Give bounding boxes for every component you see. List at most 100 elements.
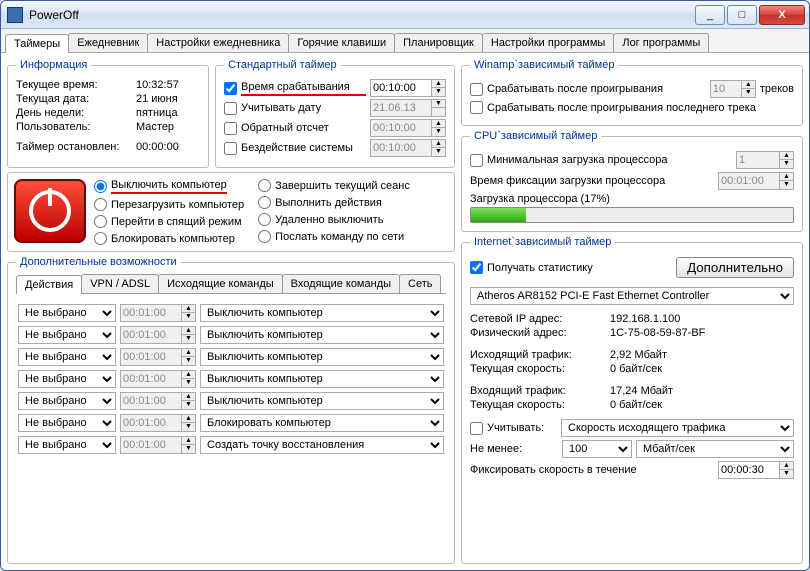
- row-action-select[interactable]: Выключить компьютер: [200, 348, 444, 366]
- row-cond-select[interactable]: Не выбрано: [18, 326, 116, 344]
- minimize-button[interactable]: _: [695, 5, 725, 25]
- winamp-tracks-field[interactable]: [710, 80, 742, 98]
- winamp-after-last-label: Срабатывать после проигрывания последнег…: [487, 102, 756, 114]
- tab-diary[interactable]: Ежедневник: [68, 33, 148, 52]
- row-action-select[interactable]: Блокировать компьютер: [200, 414, 444, 432]
- table-row: Не выбрано ▲▼Блокировать компьютер: [16, 414, 446, 432]
- tab-scheduler[interactable]: Планировщик: [394, 33, 483, 52]
- use-date-checkbox[interactable]: [224, 102, 237, 115]
- cpu-load-label: Загрузка процессора (17%): [470, 193, 794, 205]
- not-less-unit-select[interactable]: Мбайт/сек: [636, 440, 794, 458]
- row-time-spinner[interactable]: ▲▼: [182, 370, 196, 388]
- trigger-time-label: Время срабатывания: [241, 81, 366, 96]
- use-date-label: Учитывать дату: [241, 102, 366, 114]
- adapter-select[interactable]: Atheros AR8152 PCI-E Fast Ethernet Contr…: [470, 287, 794, 305]
- countdown-spinner[interactable]: ▲▼: [432, 119, 446, 137]
- info-legend: Информация: [16, 59, 91, 71]
- get-stats-checkbox[interactable]: [470, 261, 483, 274]
- in-speed-label: Текущая скорость:: [470, 399, 610, 411]
- radio-sleep[interactable]: Перейти в спящий режим: [94, 215, 244, 228]
- row-time-field[interactable]: [120, 370, 182, 388]
- subtab-incoming[interactable]: Входящие команды: [282, 274, 400, 293]
- idle-field[interactable]: [370, 139, 432, 157]
- row-cond-select[interactable]: Не выбрано: [18, 436, 116, 454]
- maximize-button[interactable]: □: [727, 5, 757, 25]
- trigger-time-spinner[interactable]: ▲▼: [432, 79, 446, 97]
- row-cond-select[interactable]: Не выбрано: [18, 392, 116, 410]
- timer-stopped: 00:00:00: [136, 141, 200, 153]
- row-action-select[interactable]: Выключить компьютер: [200, 326, 444, 344]
- row-time-spinner[interactable]: ▲▼: [182, 414, 196, 432]
- app-icon: [7, 7, 23, 23]
- idle-spinner[interactable]: ▲▼: [432, 139, 446, 157]
- winamp-after-last-checkbox[interactable]: [470, 101, 483, 114]
- row-time-field[interactable]: [120, 414, 182, 432]
- tab-hotkeys[interactable]: Горячие клавиши: [288, 33, 395, 52]
- row-time-spinner[interactable]: ▲▼: [182, 348, 196, 366]
- row-time-spinner[interactable]: ▲▼: [182, 326, 196, 344]
- countdown-field[interactable]: [370, 119, 432, 137]
- extra-button[interactable]: Дополнительно: [676, 257, 794, 278]
- row-action-select[interactable]: Создать точку восстановления: [200, 436, 444, 454]
- use-date-dropdown[interactable]: ▼: [432, 99, 446, 117]
- cpu-min-load-checkbox[interactable]: [470, 154, 483, 167]
- row-cond-select[interactable]: Не выбрано: [18, 370, 116, 388]
- trigger-time-checkbox[interactable]: [224, 82, 237, 95]
- winamp-tracks-spinner[interactable]: ▲▼: [742, 80, 756, 98]
- idle-label: Бездействие системы: [241, 142, 366, 154]
- fix-speed-field[interactable]: [718, 461, 780, 479]
- cpu-min-load-field[interactable]: [736, 151, 780, 169]
- in-value: 17,24 Мбайт: [610, 385, 794, 397]
- subtab-network[interactable]: Сеть: [399, 274, 441, 293]
- fix-speed-spinner[interactable]: ▲▼: [780, 461, 794, 479]
- row-time-field[interactable]: [120, 326, 182, 344]
- row-time-field[interactable]: [120, 392, 182, 410]
- close-button[interactable]: X: [759, 5, 805, 25]
- subtab-vpn[interactable]: VPN / ADSL: [81, 274, 159, 293]
- winamp-group: Winamp`зависимый таймер Срабатывать посл…: [461, 59, 803, 126]
- row-cond-select[interactable]: Не выбрано: [18, 348, 116, 366]
- out-speed-value: 0 байт/сек: [610, 363, 794, 375]
- winamp-after-play-checkbox[interactable]: [470, 83, 483, 96]
- tab-timers[interactable]: Таймеры: [5, 34, 69, 53]
- cpu-fix-time-spinner[interactable]: ▲▼: [780, 172, 794, 190]
- subtab-actions[interactable]: Действия: [16, 275, 82, 294]
- row-action-select[interactable]: Выключить компьютер: [200, 392, 444, 410]
- cpu-min-load-spinner[interactable]: ▲▼: [780, 151, 794, 169]
- radio-run-actions[interactable]: Выполнить действия: [258, 196, 410, 209]
- table-row: Не выбрано ▲▼Создать точку восстановления: [16, 436, 446, 454]
- not-less-value-select[interactable]: 100: [562, 440, 632, 458]
- tab-diary-settings[interactable]: Настройки ежедневника: [147, 33, 289, 52]
- row-action-select[interactable]: Выключить компьютер: [200, 304, 444, 322]
- radio-send-net[interactable]: Послать команду по сети: [258, 230, 410, 243]
- radio-shutdown[interactable]: Выключить компьютер: [94, 179, 244, 194]
- row-cond-select[interactable]: Не выбрано: [18, 304, 116, 322]
- tab-program-settings[interactable]: Настройки программы: [482, 33, 614, 52]
- table-row: Не выбрано ▲▼Выключить компьютер: [16, 326, 446, 344]
- radio-logoff[interactable]: Завершить текущий сеанс: [258, 179, 410, 192]
- titlebar[interactable]: PowerOff _ □ X: [1, 1, 809, 29]
- tab-log[interactable]: Лог программы: [613, 33, 709, 52]
- consider-label: Учитывать:: [487, 422, 557, 434]
- radio-restart[interactable]: Перезагрузить компьютер: [94, 198, 244, 211]
- ip-label: Сетевой IP адрес:: [470, 313, 610, 325]
- subtab-outgoing[interactable]: Исходящие команды: [158, 274, 283, 293]
- row-time-field[interactable]: [120, 436, 182, 454]
- consider-select[interactable]: Скорость исходящего трафика: [561, 419, 794, 437]
- row-time-spinner[interactable]: ▲▼: [182, 304, 196, 322]
- fix-speed-label: Фиксировать скорость в течение: [470, 464, 714, 476]
- trigger-time-field[interactable]: [370, 79, 432, 97]
- consider-checkbox[interactable]: [470, 422, 483, 435]
- row-time-spinner[interactable]: ▲▼: [182, 392, 196, 410]
- use-date-field[interactable]: [370, 99, 432, 117]
- countdown-checkbox[interactable]: [224, 122, 237, 135]
- cpu-fix-time-field[interactable]: [718, 172, 780, 190]
- row-action-select[interactable]: Выключить компьютер: [200, 370, 444, 388]
- radio-remote-off[interactable]: Удаленно выключить: [258, 213, 410, 226]
- row-time-spinner[interactable]: ▲▼: [182, 436, 196, 454]
- radio-lock[interactable]: Блокировать компьютер: [94, 232, 244, 245]
- row-cond-select[interactable]: Не выбрано: [18, 414, 116, 432]
- row-time-field[interactable]: [120, 304, 182, 322]
- idle-checkbox[interactable]: [224, 142, 237, 155]
- row-time-field[interactable]: [120, 348, 182, 366]
